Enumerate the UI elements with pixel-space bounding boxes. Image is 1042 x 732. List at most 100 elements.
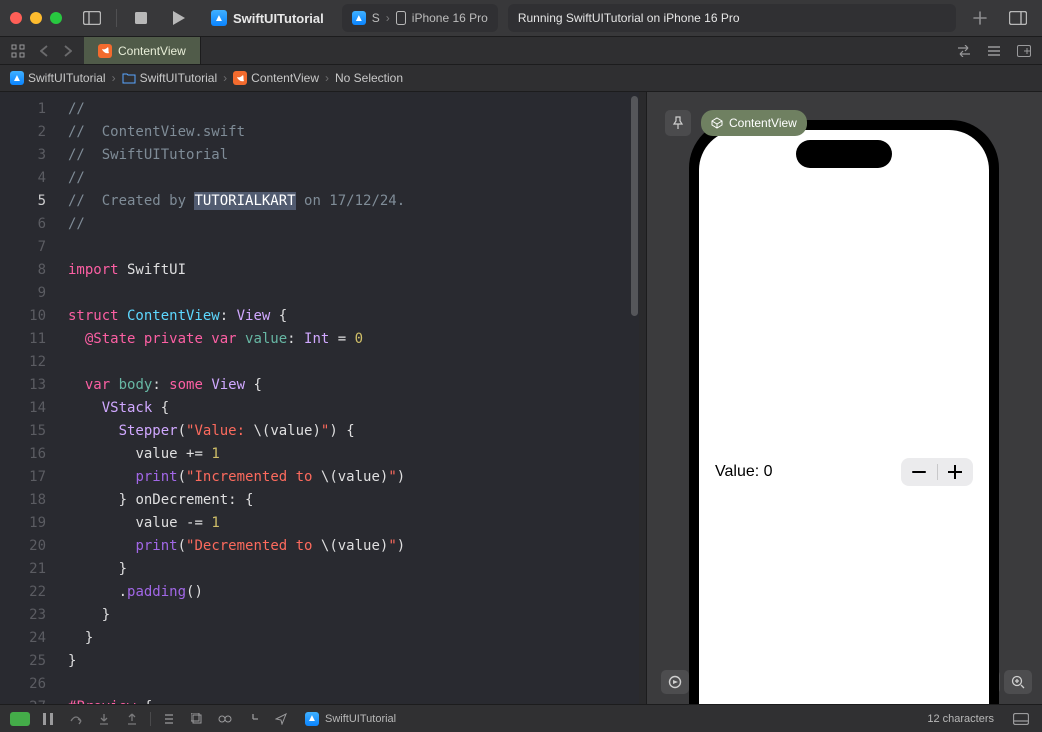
memory-icon xyxy=(191,713,203,725)
tab-contentview[interactable]: ContentView xyxy=(84,37,201,64)
zoom-window-button[interactable] xyxy=(50,12,62,24)
sidebar-left-icon xyxy=(83,11,101,25)
project-name: SwiftUITutorial xyxy=(233,11,324,26)
crumb-selection[interactable]: No Selection xyxy=(335,71,403,85)
stop-button[interactable] xyxy=(127,6,155,30)
tab-label: ContentView xyxy=(118,44,186,58)
split-icon xyxy=(1017,45,1031,57)
related-items-button[interactable] xyxy=(6,40,30,62)
close-window-button[interactable] xyxy=(10,12,22,24)
zoom-in-button[interactable] xyxy=(1004,670,1032,694)
window-controls xyxy=(10,12,62,24)
minimize-window-button[interactable] xyxy=(30,12,42,24)
chevron-right-icon: › xyxy=(223,71,227,85)
arrow-icon xyxy=(275,713,287,725)
run-status-indicator[interactable] xyxy=(10,712,30,726)
text-selection: TUTORIALKART xyxy=(194,192,295,210)
status-text: Running SwiftUITutorial on iPhone 16 Pro xyxy=(518,11,740,25)
separator xyxy=(150,712,151,726)
library-button[interactable] xyxy=(1004,6,1032,30)
titlebar: ▲ SwiftUITutorial ▲ S › iPhone 16 Pro Ru… xyxy=(0,0,1042,37)
swift-file-icon xyxy=(233,71,247,85)
step-into-button[interactable] xyxy=(94,710,114,728)
editor-options-button[interactable] xyxy=(982,40,1006,62)
nav-forward-button[interactable] xyxy=(58,40,78,62)
play-icon xyxy=(173,11,185,25)
editor-tabbar: ContentView xyxy=(0,37,1042,65)
panel-bottom-icon xyxy=(1013,713,1029,725)
jump-bar[interactable]: ▲ SwiftUITutorial › SwiftUITutorial › Co… xyxy=(0,65,1042,92)
swift-file-icon xyxy=(98,44,112,58)
app-icon-small: ▲ xyxy=(305,712,319,726)
crumb-file[interactable]: ContentView xyxy=(251,71,319,85)
debug-view-hierarchy-button[interactable] xyxy=(159,710,179,728)
grid-icon xyxy=(11,44,25,58)
add-editor-button[interactable] xyxy=(1012,40,1036,62)
live-preview-button[interactable] xyxy=(661,670,689,694)
iphone-icon xyxy=(396,11,406,25)
selection-info: 12 characters xyxy=(927,713,994,725)
device-name: iPhone 16 Pro xyxy=(412,11,488,25)
run-button[interactable] xyxy=(165,6,193,30)
environment-overrides-button[interactable] xyxy=(215,710,235,728)
activity-status[interactable]: Running SwiftUITutorial on iPhone 16 Pro xyxy=(508,4,956,32)
power-icon xyxy=(668,675,682,689)
debug-memory-button[interactable] xyxy=(187,710,207,728)
code-area[interactable]: // // ContentView.swift // SwiftUITutori… xyxy=(60,92,405,704)
pause-button[interactable] xyxy=(38,710,58,728)
device-screen[interactable]: Value: 0 xyxy=(699,130,989,704)
env-icon xyxy=(218,713,232,725)
canvas-preview: ContentView Value: 0 xyxy=(646,92,1042,704)
dynamic-island xyxy=(796,140,892,168)
scheme-short: S xyxy=(372,11,380,25)
separator xyxy=(116,9,117,27)
stepper-increment-button[interactable] xyxy=(938,465,974,479)
project-icon: ▲ xyxy=(10,71,24,85)
location-arrow-button[interactable] xyxy=(271,710,291,728)
pin-preview-button[interactable] xyxy=(665,110,691,136)
stepper-control xyxy=(901,458,973,486)
chevron-left-icon xyxy=(40,45,48,57)
chevron-right-icon xyxy=(64,45,72,57)
location-icon xyxy=(247,713,259,725)
toggle-debug-area-button[interactable] xyxy=(1010,710,1032,728)
run-destination[interactable]: ▲ S › iPhone 16 Pro xyxy=(342,4,498,32)
nav-back-button[interactable] xyxy=(34,40,54,62)
chevron-right-icon: › xyxy=(112,71,116,85)
process-selector[interactable]: ▲ SwiftUITutorial xyxy=(305,712,396,726)
chevron-right-icon: › xyxy=(325,71,329,85)
process-name: SwiftUITutorial xyxy=(325,713,396,725)
hierarchy-icon xyxy=(163,713,175,725)
step-into-icon xyxy=(98,713,110,725)
simulate-location-button[interactable] xyxy=(243,710,263,728)
scheme-selector[interactable]: ▲ SwiftUITutorial xyxy=(203,6,332,30)
step-over-button[interactable] xyxy=(66,710,86,728)
plus-icon xyxy=(973,11,987,25)
chevron-right-icon: › xyxy=(386,11,390,25)
editor-splitter[interactable] xyxy=(639,92,646,704)
add-tab-button[interactable] xyxy=(966,6,994,30)
preview-title-badge[interactable]: ContentView xyxy=(701,110,807,136)
swap-icon xyxy=(956,45,972,57)
crumb-folder[interactable]: SwiftUITutorial xyxy=(140,71,218,85)
adjust-editor-button[interactable] xyxy=(952,40,976,62)
line-gutter: 1234567891011121314151617181920212223242… xyxy=(0,92,60,704)
stepper-label: Value: 0 xyxy=(715,463,773,481)
pin-icon xyxy=(672,116,684,130)
plus-icon xyxy=(948,465,962,479)
cube-icon xyxy=(711,117,723,129)
crumb-project[interactable]: SwiftUITutorial xyxy=(28,71,106,85)
editor-scrollbar[interactable] xyxy=(631,96,638,316)
source-editor[interactable]: 1234567891011121314151617181920212223242… xyxy=(0,92,639,704)
preview-badge-label: ContentView xyxy=(729,116,797,130)
stop-icon xyxy=(135,12,147,24)
debug-bar: ▲ SwiftUITutorial 12 characters xyxy=(0,704,1042,732)
toggle-navigator-button[interactable] xyxy=(78,6,106,30)
folder-icon xyxy=(122,72,136,84)
step-over-icon xyxy=(69,713,83,725)
app-icon-small: ▲ xyxy=(352,11,366,25)
step-out-button[interactable] xyxy=(122,710,142,728)
app-icon: ▲ xyxy=(211,10,227,26)
step-out-icon xyxy=(126,713,138,725)
stepper-decrement-button[interactable] xyxy=(901,471,937,473)
